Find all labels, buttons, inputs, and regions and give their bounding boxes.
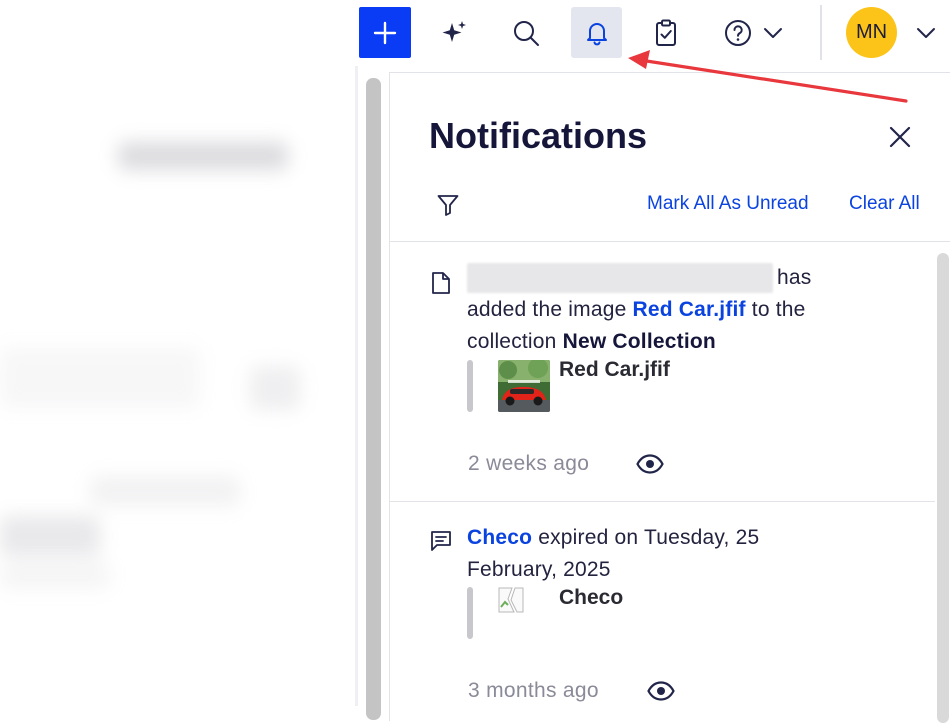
filter-button[interactable] [433,190,463,220]
bell-icon [586,22,607,45]
notification-time: 2 weeks ago [468,452,590,475]
collection-name: New Collection [562,330,716,353]
notifications-scrollbar[interactable] [937,253,949,723]
search-button[interactable] [501,7,551,58]
user-avatar[interactable]: MN [846,7,897,58]
background-page-content [0,66,358,720]
help-circle-icon [725,19,751,46]
ai-assistant-button[interactable] [431,7,479,58]
close-panel-button[interactable] [884,121,916,153]
eye-icon [636,454,664,474]
notifications-panel: Notifications Mark All As Unread Clear A… [389,72,950,723]
red-car-image [498,360,550,412]
clear-all-button[interactable]: Clear All [849,193,920,215]
view-button[interactable] [635,452,665,476]
blurred-content [0,516,100,556]
chevron-down-icon [917,28,935,38]
message-text: has [777,266,812,289]
sparkle-icon [442,20,466,42]
notification-type-icon [430,270,452,296]
toolbar-divider [820,5,822,60]
filter-icon [437,195,459,216]
avatar-initials: MN [855,21,888,43]
notification-item[interactable]: has added the image Red Car.jfif to the … [390,242,935,502]
asset-link[interactable]: Red Car.jfif [633,298,746,321]
close-icon [889,126,911,148]
notification-type-icon [430,528,452,554]
blurred-content [0,348,200,408]
panel-title: Notifications [429,115,648,156]
help-menu-button[interactable] [716,7,790,58]
blurred-content [250,366,300,410]
attachment-name: Red Car.jfif [559,358,670,381]
page-scrollbar[interactable] [366,78,381,720]
red-car-thumbnail[interactable] [498,360,550,412]
document-icon [432,272,450,294]
mark-all-unread-button[interactable]: Mark All As Unread [647,193,809,215]
notification-item[interactable]: Checo expired on Tuesday, 25 February, 2… [390,502,935,721]
clipboard-check-icon [656,19,676,46]
redacted-user-name [467,263,773,294]
attachment-quote-bar [467,360,473,412]
asset-link[interactable]: Checo [467,526,532,549]
eye-icon [647,681,675,701]
top-toolbar: MN [0,0,950,66]
account-menu-button[interactable] [912,20,940,46]
blurred-content [118,142,288,170]
add-button[interactable] [359,7,411,58]
notification-message: has added the image Red Car.jfif to the … [467,262,837,358]
broken-image-icon [498,587,524,613]
tasks-button[interactable] [641,7,691,58]
comment-icon [431,531,451,551]
attachment-name: Checo [559,586,624,609]
notification-time: 3 months ago [468,679,599,702]
view-button[interactable] [646,679,676,703]
message-text: added the image [467,298,633,321]
blurred-content [90,476,240,506]
chevron-down-icon [764,27,782,38]
page-edge-shadow [355,66,358,706]
notification-message: Checo expired on Tuesday, 25 February, 2… [467,522,837,586]
notifications-button[interactable] [571,7,622,58]
search-icon [514,20,539,46]
plus-icon [373,21,397,44]
attachment-quote-bar [467,587,473,639]
blurred-content [0,561,110,589]
